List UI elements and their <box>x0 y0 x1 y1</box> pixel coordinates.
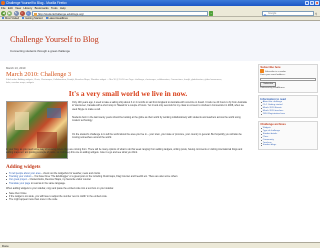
widget-list: To tell people about your area – check o… <box>6 172 250 185</box>
reload-icon[interactable]: ↻ <box>13 11 19 16</box>
site-favicon-icon <box>34 12 37 16</box>
back-icon[interactable]: ◀ <box>1 11 6 16</box>
go-icon[interactable]: → <box>209 11 214 16</box>
post-meta: Filed under: Adding widgets, Clustr, Clu… <box>6 78 223 84</box>
widget-link[interactable]: Translate your page <box>9 182 30 185</box>
challenge-title: Challenge archives <box>260 122 286 127</box>
forward-icon[interactable]: ▶ <box>7 11 12 16</box>
close-icon[interactable]: × <box>314 1 319 5</box>
post-banner: It's a very small world we live in now. <box>68 89 188 99</box>
post-body: Only 100 years ago, it used to take a sa… <box>6 100 250 160</box>
status-text: Done <box>2 244 9 248</box>
bookmark-latest-headlines[interactable]: Latest Headlines <box>46 17 68 20</box>
address-bar-url: http://studentchallenge.edublogs.org/ <box>38 12 84 17</box>
list-item: Translate your page to read as in the sa… <box>6 182 250 185</box>
bookmark-most-visited[interactable]: Most Visited <box>2 17 19 20</box>
email-label: Enter your email address: <box>260 73 286 76</box>
challenge-archive-box: Challenge archives Widgets Type of chall… <box>258 120 318 150</box>
window-controls: _ □ × <box>304 1 319 5</box>
section-title-adding-widgets: Adding widgets <box>6 164 41 171</box>
search-icon[interactable]: ⚲ <box>315 12 319 16</box>
stop-icon[interactable]: × <box>19 11 25 16</box>
post-paragraph: On the student's challenge is to tell th… <box>72 133 242 140</box>
info-list: About the challenge Ch 1 Getting started… <box>260 101 315 116</box>
bookmark-getting-started[interactable]: Getting Started <box>22 17 42 20</box>
steps-list: Save then Close If the widget is too wid… <box>6 192 250 202</box>
status-bar: Done <box>0 242 320 248</box>
blog-title[interactable]: Challenge Yourself to Blog <box>10 35 99 44</box>
challenge-link[interactable]: Student blogs <box>260 144 315 147</box>
search-input[interactable]: G Google <box>262 11 314 17</box>
instructions-intro: When adding widgets to your sidebar, cop… <box>6 186 114 190</box>
post-paragraph: Students born in the last twenty years s… <box>72 116 241 123</box>
challenge-list: Widgets Type of challenge Student detail… <box>260 127 315 147</box>
web-page: Challenge Yourself to Blog Connecting st… <box>0 21 320 242</box>
main-content: March 13, 2010 March 2010: Challenge 3 F… <box>6 66 250 242</box>
window-title: Challenge Yourself to Blog - Mozilla Fir… <box>6 1 67 5</box>
rss-icon <box>260 69 264 73</box>
delivered-by: Delivered by FeedBurner <box>260 87 285 90</box>
minimize-icon[interactable]: _ <box>304 1 310 5</box>
info-link[interactable]: 2010 Registration form <box>260 113 315 116</box>
post-paragraph: Only 100 years ago, it used to take a sa… <box>72 101 247 111</box>
navigation-toolbar: ◀ ▶ ↻ × ⌂ http://studentchallenge.edublo… <box>0 10 320 17</box>
maximize-icon[interactable]: □ <box>309 1 315 5</box>
address-bar[interactable]: http://studentchallenge.edublogs.org/ <box>32 11 208 17</box>
list-item: The might appear more than once in the c… <box>6 198 250 201</box>
blog-tagline: Connecting students through a great chal… <box>10 49 70 53</box>
firefox-icon <box>1 1 5 5</box>
sidebar: Subscribe here Subscribe in a reader Ent… <box>258 61 318 242</box>
search-placeholder: Google <box>268 12 277 16</box>
info-box: Information to read About the challenge … <box>258 95 318 119</box>
post-paragraph: In your blog, as you need some way of kn… <box>6 148 243 155</box>
home-icon[interactable]: ⌂ <box>25 11 31 16</box>
email-field[interactable] <box>260 77 316 82</box>
subscribe-box: Subscribe here Subscribe in a reader Ent… <box>258 63 318 93</box>
post-date: March 13, 2010 <box>6 66 26 70</box>
post-title[interactable]: March 2010: Challenge 3 <box>6 71 250 78</box>
blog-header: Challenge Yourself to Blog Connecting st… <box>0 21 320 61</box>
